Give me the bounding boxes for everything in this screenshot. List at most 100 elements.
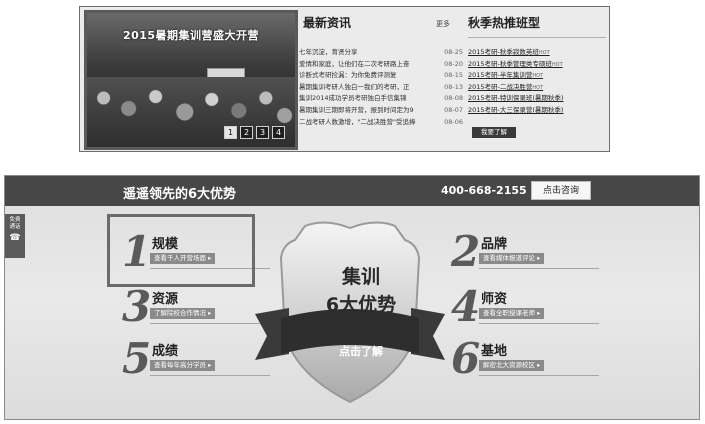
recommend-header: 秋季热推班型 [468,14,606,31]
recommend-item[interactable]: 2015考研-秋季寂数英班HOT [468,47,606,59]
advantage-number: 5 [122,334,152,383]
slide-dot-3[interactable]: 3 [256,126,269,139]
news-item-date: 08-06 [444,117,463,126]
news-item[interactable]: 暑期集训三期即将开营，报到时间定为9 08-07 [299,105,463,117]
advantage-link-label: 解密北大资源校区 [483,361,535,369]
news-more-link[interactable]: 更多 [436,19,450,29]
advantage-link-label: 查看每年高分学员 [154,361,206,369]
learn-more-button[interactable]: 我要了解 [472,127,516,138]
news-item[interactable]: 爱情和家庭，让他们在二次考研路上奋 08-20 [299,59,463,71]
recommend-item[interactable]: 2015考研-大三保录营(暑期秋季) [468,105,606,117]
news-item[interactable]: 集训2014成功学员考研独白手信集锦 08-08 [299,93,463,105]
recommend-item[interactable]: 2015考研-半年集训营HOT [468,70,606,82]
hot-badge: HOT [532,84,544,91]
slide-dot-1[interactable]: 1 [224,126,237,139]
news-item-title[interactable]: 诊断式考研捡漏：为你免费评测复 [299,70,427,82]
news-item-title[interactable]: 爱情和家庭，让他们在二次考研路上奋 [299,59,427,71]
slide-caption[interactable]: 2015暑期集训营盛大开营 [87,27,295,43]
news-title: 最新资讯 [303,16,352,30]
advantage-number: 4 [451,282,481,331]
advantage-item-resources[interactable]: 3 资源 了解院校合作情况 ▸ [122,286,272,334]
news-list: 七年沉淀，育贤分享 08-25 爱情和家庭，让他们在二次考研路上奋 08-20 诊断… [299,47,463,128]
hot-badge: HOT [551,61,563,68]
play-icon: ▸ [208,309,212,317]
recommend-item-label[interactable]: 2015考研-半年集训营 [468,71,532,79]
news-item[interactable]: 二战考研人数激增，"二战决胜营"受追捧 08-06 [299,117,463,129]
recommend-item-label[interactable]: 2015考研-大三保录营(暑期秋季) [468,106,563,114]
news-item[interactable]: 暑期集训考研人独白一我们的考研，正 08-13 [299,82,463,94]
news-item-title[interactable]: 集训2014成功学员考研独白手信集锦 [299,93,427,105]
recommend-item[interactable]: 2015考研-二战决胜营HOT [468,82,606,94]
news-item-date: 08-07 [444,105,463,114]
hot-badge: HOT [532,73,544,80]
play-icon: ▸ [537,309,541,317]
consult-button[interactable]: 点击咨询 [531,181,591,200]
slide-pager: 1 2 3 4 [224,126,285,139]
divider [479,375,599,376]
slide-dot-4[interactable]: 4 [272,126,285,139]
advantage-link[interactable]: 查看全职授课老师 ▸ [479,308,545,319]
news-item[interactable]: 七年沉淀，育贤分享 08-25 [299,47,463,59]
news-item-title[interactable]: 七年沉淀，育贤分享 [299,47,427,59]
advantage-link[interactable]: 查看媒体报道评论 ▸ [479,253,545,264]
advantage-link[interactable]: 了解院校合作情况 ▸ [150,308,216,319]
recommend-item-label[interactable]: 2015考研-秋季管理类专硕班 [468,60,552,68]
news-header: 最新资讯 [303,14,458,31]
shield-title-line-2: 6大优势 [325,294,397,316]
phone-icon: ☎ [9,233,21,243]
news-item-date: 08-08 [444,94,463,103]
hot-badge: HOT [538,50,550,56]
advantage-link[interactable]: 解密北大资源校区 ▸ [479,360,545,371]
free-call-label-1: 免费 [9,217,21,223]
news-item-title[interactable]: 暑期集训三期即将开营，报到时间定为9 [299,105,427,117]
divider [150,323,270,324]
free-call-tab[interactable]: 免费 通话 ☎ [5,214,25,258]
advantage-label: 成绩 [152,344,179,359]
news-item-date: 08-13 [444,82,463,91]
news-item-date: 08-25 [444,48,463,56]
recommend-item[interactable]: 2015考研-特训保录班(暑期秋季) [468,93,606,105]
advantage-item-teachers[interactable]: 4 师资 查看全职授课老师 ▸ [451,286,601,334]
news-item-date: 08-20 [444,59,463,68]
advantage-number: 3 [122,282,152,331]
advantage-label: 资源 [152,292,179,307]
recommend-item-label[interactable]: 2015考研-特训保录班(暑期秋季) [468,94,563,102]
news-item-title[interactable]: 暑期集训考研人独白一我们的考研，正 [299,82,427,94]
advantages-title: 遥遥领先的6大优势 [123,187,237,202]
news-item-title[interactable]: 二战考研人数激增，"二战决胜营"受追捧 [299,117,427,129]
play-icon: ▸ [208,361,212,369]
advantage-label: 基地 [481,344,508,359]
news-item[interactable]: 诊断式考研捡漏：为你免费评测复 08-15 [299,70,463,82]
play-icon: ▸ [537,361,541,369]
divider [479,268,599,269]
recommend-title: 秋季热推班型 [468,16,541,30]
news-item-date: 08-15 [444,71,463,80]
hotline-number: 400-668-2155 [441,184,527,197]
recommend-item-label[interactable]: 2015考研-二战决胜营 [468,83,532,91]
advantage-label: 品牌 [481,237,508,252]
shield-title-line-1: 集训 [341,266,380,288]
shield-learn-more-button[interactable]: 点击了解 [301,343,421,359]
recommend-item[interactable]: 2015考研-秋季管理类专硕班HOT [468,59,606,71]
divider [150,375,270,376]
advantage-link-label: 查看全职授课老师 [483,309,535,317]
advantage-link-label: 查看媒体报道评论 [483,254,535,262]
selected-advantage-highlight [107,214,255,287]
play-icon: ▸ [537,254,541,262]
advantage-number: 6 [451,334,481,383]
advantage-item-brand[interactable]: 2 品牌 查看媒体报道评论 ▸ [451,231,601,279]
advantage-item-results[interactable]: 5 成绩 查看每年高分学员 ▸ [122,338,272,386]
slideshow[interactable]: 2015暑期集训营盛大开营 1 2 3 4 [84,10,298,150]
recommend-item-label[interactable]: 2015考研-秋季寂数英班 [468,48,539,56]
slide-dot-2[interactable]: 2 [240,126,253,139]
top-news-panel: 2015暑期集训营盛大开营 1 2 3 4 最新资讯 更多 七年沉淀，育贤分享 0… [79,6,610,152]
advantages-header-bar: 遥遥领先的6大优势 400-668-2155 点击咨询 [5,176,699,206]
advantage-number: 2 [451,227,481,276]
advantage-link-label: 了解院校合作情况 [154,309,206,317]
advantage-label: 师资 [481,292,508,307]
divider [479,323,599,324]
advantage-link[interactable]: 查看每年高分学员 ▸ [150,360,216,371]
advantage-item-campus[interactable]: 6 基地 解密北大资源校区 ▸ [451,338,601,386]
advantages-banner: 遥遥领先的6大优势 400-668-2155 点击咨询 免费 通话 ☎ 1 规模… [4,175,700,420]
recommend-list: 2015考研-秋季寂数英班HOT 2015考研-秋季管理类专硕班HOT 2015… [468,47,606,117]
